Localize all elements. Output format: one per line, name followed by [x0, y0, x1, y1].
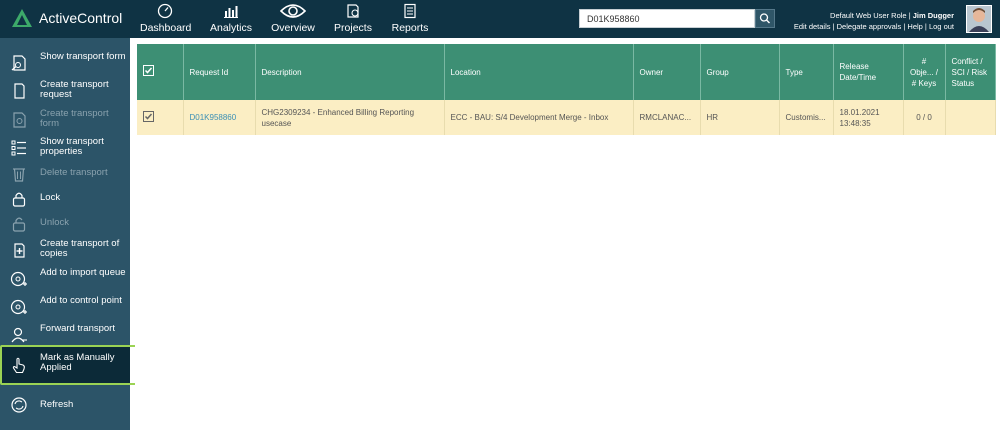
forward-user-icon: [11, 327, 27, 343]
sidebar-item-label: Create transport of copies: [40, 238, 120, 259]
column-header-release-date[interactable]: Release Date/Time: [833, 44, 904, 100]
sidebar-item-label: Show transport properties: [40, 136, 104, 157]
user-name: Jim Dugger: [912, 11, 954, 20]
refresh-icon: [11, 397, 27, 413]
nav-reports-label: Reports: [391, 22, 429, 34]
user-photo: [967, 6, 991, 32]
properties-icon: [11, 140, 26, 156]
checkbox-checked-icon[interactable]: [143, 110, 154, 122]
table-header-row: Request Id Description Location Owner Gr…: [137, 44, 996, 100]
column-header-type[interactable]: Type: [779, 44, 834, 100]
owner-cell: RMCLANAC...: [633, 100, 701, 135]
logout-link[interactable]: Log out: [929, 22, 954, 31]
conflict-cell: [945, 100, 996, 135]
user-role: Default Web User Role |: [830, 11, 913, 20]
select-all-header[interactable]: [137, 44, 184, 100]
sidebar-item-add-to-control-point[interactable]: Add to control point: [0, 296, 130, 318]
transport-form-icon: [11, 55, 26, 71]
delegate-approvals-link[interactable]: Delegate approvals: [837, 22, 902, 31]
sidebar-item-create-transport-form[interactable]: Create transport form: [0, 109, 130, 131]
sidebar-item-forward-transport[interactable]: Forward transport: [0, 324, 130, 346]
nav-overview[interactable]: Overview: [269, 0, 317, 38]
nav-projects-label: Projects: [334, 22, 372, 34]
column-header-conflict[interactable]: Conflict / SCI / Risk Status: [945, 44, 996, 100]
column-header-description[interactable]: Description: [255, 44, 445, 100]
checkbox-checked-icon[interactable]: [143, 65, 154, 76]
sidebar-item-create-transport-of-copies[interactable]: Create transport of copies: [0, 239, 130, 261]
nav-dashboard-label: Dashboard: [140, 22, 192, 34]
dashboard-icon: [157, 3, 173, 19]
release-date-cell: 18.01.2021 13:48:35: [833, 100, 904, 135]
description-cell: CHG2309234 - Enhanced Billing Reporting …: [255, 100, 445, 135]
sidebar-item-label: Refresh: [40, 399, 74, 410]
column-header-group[interactable]: Group: [700, 44, 780, 100]
user-role-line: Default Web User Role | Jim Dugger: [794, 10, 954, 21]
create-form-icon: [13, 112, 26, 128]
location-cell: ECC - BAU: S/4 Development Merge - Inbox: [444, 100, 634, 135]
column-header-location[interactable]: Location: [444, 44, 634, 100]
app-logo[interactable]: ActiveControl: [12, 9, 122, 27]
sidebar-item-refresh[interactable]: Refresh: [0, 397, 130, 418]
help-link[interactable]: Help: [907, 22, 922, 31]
sidebar-item-create-transport-request[interactable]: Create transport request: [0, 80, 130, 102]
nav-reports[interactable]: Reports: [389, 0, 431, 38]
group-cell: HR: [700, 100, 780, 135]
lock-icon: [12, 192, 26, 207]
nav-analytics-label: Analytics: [209, 22, 252, 34]
transport-table: Request Id Description Location Owner Gr…: [137, 44, 996, 135]
nav-projects[interactable]: Projects: [332, 0, 374, 38]
logo-icon: [12, 9, 32, 27]
sidebar-item-label: Show transport form: [40, 51, 126, 62]
app-name: ActiveControl: [39, 10, 123, 26]
search-icon: [759, 13, 770, 24]
column-header-request-id[interactable]: Request Id: [183, 44, 256, 100]
column-header-objects[interactable]: # Obje... / # Keys: [903, 44, 946, 100]
sidebar-item-show-transport-form[interactable]: Show transport form: [0, 52, 130, 74]
unlock-icon: [12, 217, 26, 232]
control-point-icon: [10, 299, 27, 315]
sidebar-item-label: Create transport form: [40, 108, 109, 129]
user-links: Edit details | Delegate approvals | Help…: [793, 22, 954, 31]
column-header-owner[interactable]: Owner: [633, 44, 701, 100]
sidebar-item-lock[interactable]: Lock: [0, 193, 130, 211]
projects-icon: [347, 4, 359, 18]
highlight-box: [0, 345, 144, 385]
create-request-icon: [14, 83, 25, 99]
sidebar-item-label: Lock: [40, 192, 61, 203]
main-content: Request Id Description Location Owner Gr…: [135, 44, 996, 430]
user-info: Default Web User Role | Jim Dugger Edit …: [794, 10, 954, 32]
copies-icon: [14, 243, 25, 258]
sidebar-item-label: Add to control point: [40, 295, 122, 306]
avatar[interactable]: [966, 5, 992, 33]
sidebar-item-label: Delete transport: [40, 167, 108, 178]
sidebar-item-unlock[interactable]: Unlock: [0, 218, 130, 236]
nav-overview-label: Overview: [271, 22, 315, 34]
sidebar-item-label: Add to import queue: [40, 267, 126, 278]
top-bar: ActiveControl Dashboard Analytics Overvi…: [0, 0, 1000, 38]
sidebar-item-label: Forward transport: [40, 323, 115, 334]
sidebar-item-add-to-import-queue[interactable]: Add to import queue: [0, 268, 130, 290]
objects-cell: 0 / 0: [903, 100, 946, 135]
nav-analytics[interactable]: Analytics: [207, 0, 255, 38]
request-id-link[interactable]: D01K958860: [183, 100, 256, 135]
sidebar-item-label: Unlock: [40, 217, 70, 228]
import-queue-icon: [10, 271, 27, 287]
reports-icon: [404, 3, 416, 19]
search-button[interactable]: [755, 9, 775, 28]
edit-details-link[interactable]: Edit details: [794, 22, 831, 31]
row-select-cell[interactable]: [137, 100, 184, 135]
trash-icon: [13, 168, 25, 182]
sidebar-item-delete-transport[interactable]: Delete transport: [0, 168, 130, 186]
sidebar-item-label: Create transport request: [40, 79, 109, 100]
analytics-icon: [224, 6, 238, 18]
nav-dashboard[interactable]: Dashboard: [140, 0, 192, 38]
type-cell: Customis...: [779, 100, 834, 135]
search-input[interactable]: [579, 9, 755, 28]
sidebar-item-show-transport-properties[interactable]: Show transport properties: [0, 137, 130, 159]
table-row[interactable]: D01K958860 CHG2309234 - Enhanced Billing…: [137, 100, 996, 135]
eye-icon: [280, 4, 306, 18]
